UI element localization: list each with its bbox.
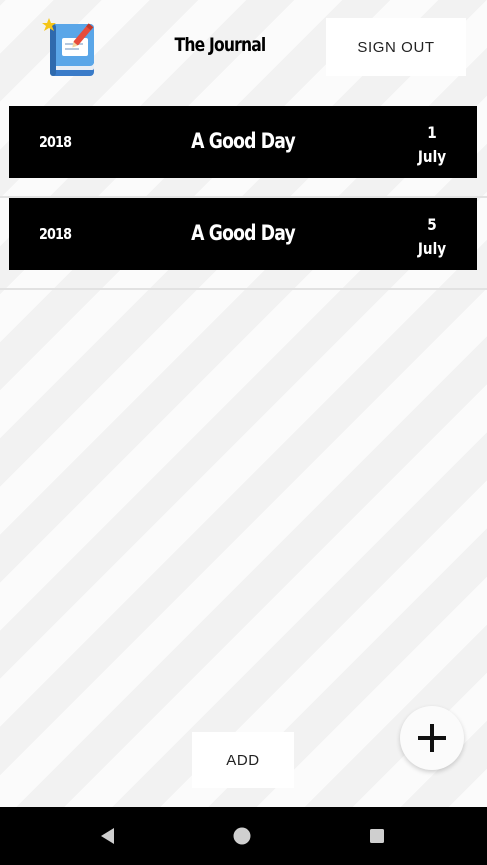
entry-month: July (417, 239, 447, 258)
entry-day: 1 (427, 123, 437, 142)
back-triangle-icon[interactable] (92, 820, 124, 852)
home-circle-icon[interactable] (226, 820, 258, 852)
app-title: The Journal (174, 34, 267, 56)
system-navigation-bar (0, 807, 487, 865)
journal-entry-row: 2018 A Good Day 1 July (0, 106, 487, 198)
add-entry-button[interactable]: ADD (192, 732, 294, 788)
add-fab-button[interactable] (400, 706, 464, 770)
plus-icon (418, 724, 446, 752)
journal-entry-row: 2018 A Good Day 5 July (0, 198, 487, 290)
recents-square-icon[interactable] (361, 820, 393, 852)
entry-date: 5 July (407, 213, 458, 261)
entry-year: 2018 (39, 133, 72, 151)
journal-book-icon (40, 16, 100, 80)
entry-title: A Good Day (191, 129, 296, 153)
journal-entry-card[interactable]: 2018 A Good Day 5 July (9, 198, 477, 270)
entry-date: 1 July (407, 121, 458, 169)
app-header: The Journal SIGN OUT (0, 0, 487, 100)
sign-out-button[interactable]: SIGN OUT (326, 18, 466, 76)
entry-year: 2018 (39, 225, 72, 243)
journal-entry-list: 2018 A Good Day 1 July 2018 A Good Day 5… (0, 106, 487, 290)
entry-title: A Good Day (191, 221, 296, 245)
entry-day: 5 (427, 215, 437, 234)
entry-month: July (417, 147, 447, 166)
journal-entry-card[interactable]: 2018 A Good Day 1 July (9, 106, 477, 178)
